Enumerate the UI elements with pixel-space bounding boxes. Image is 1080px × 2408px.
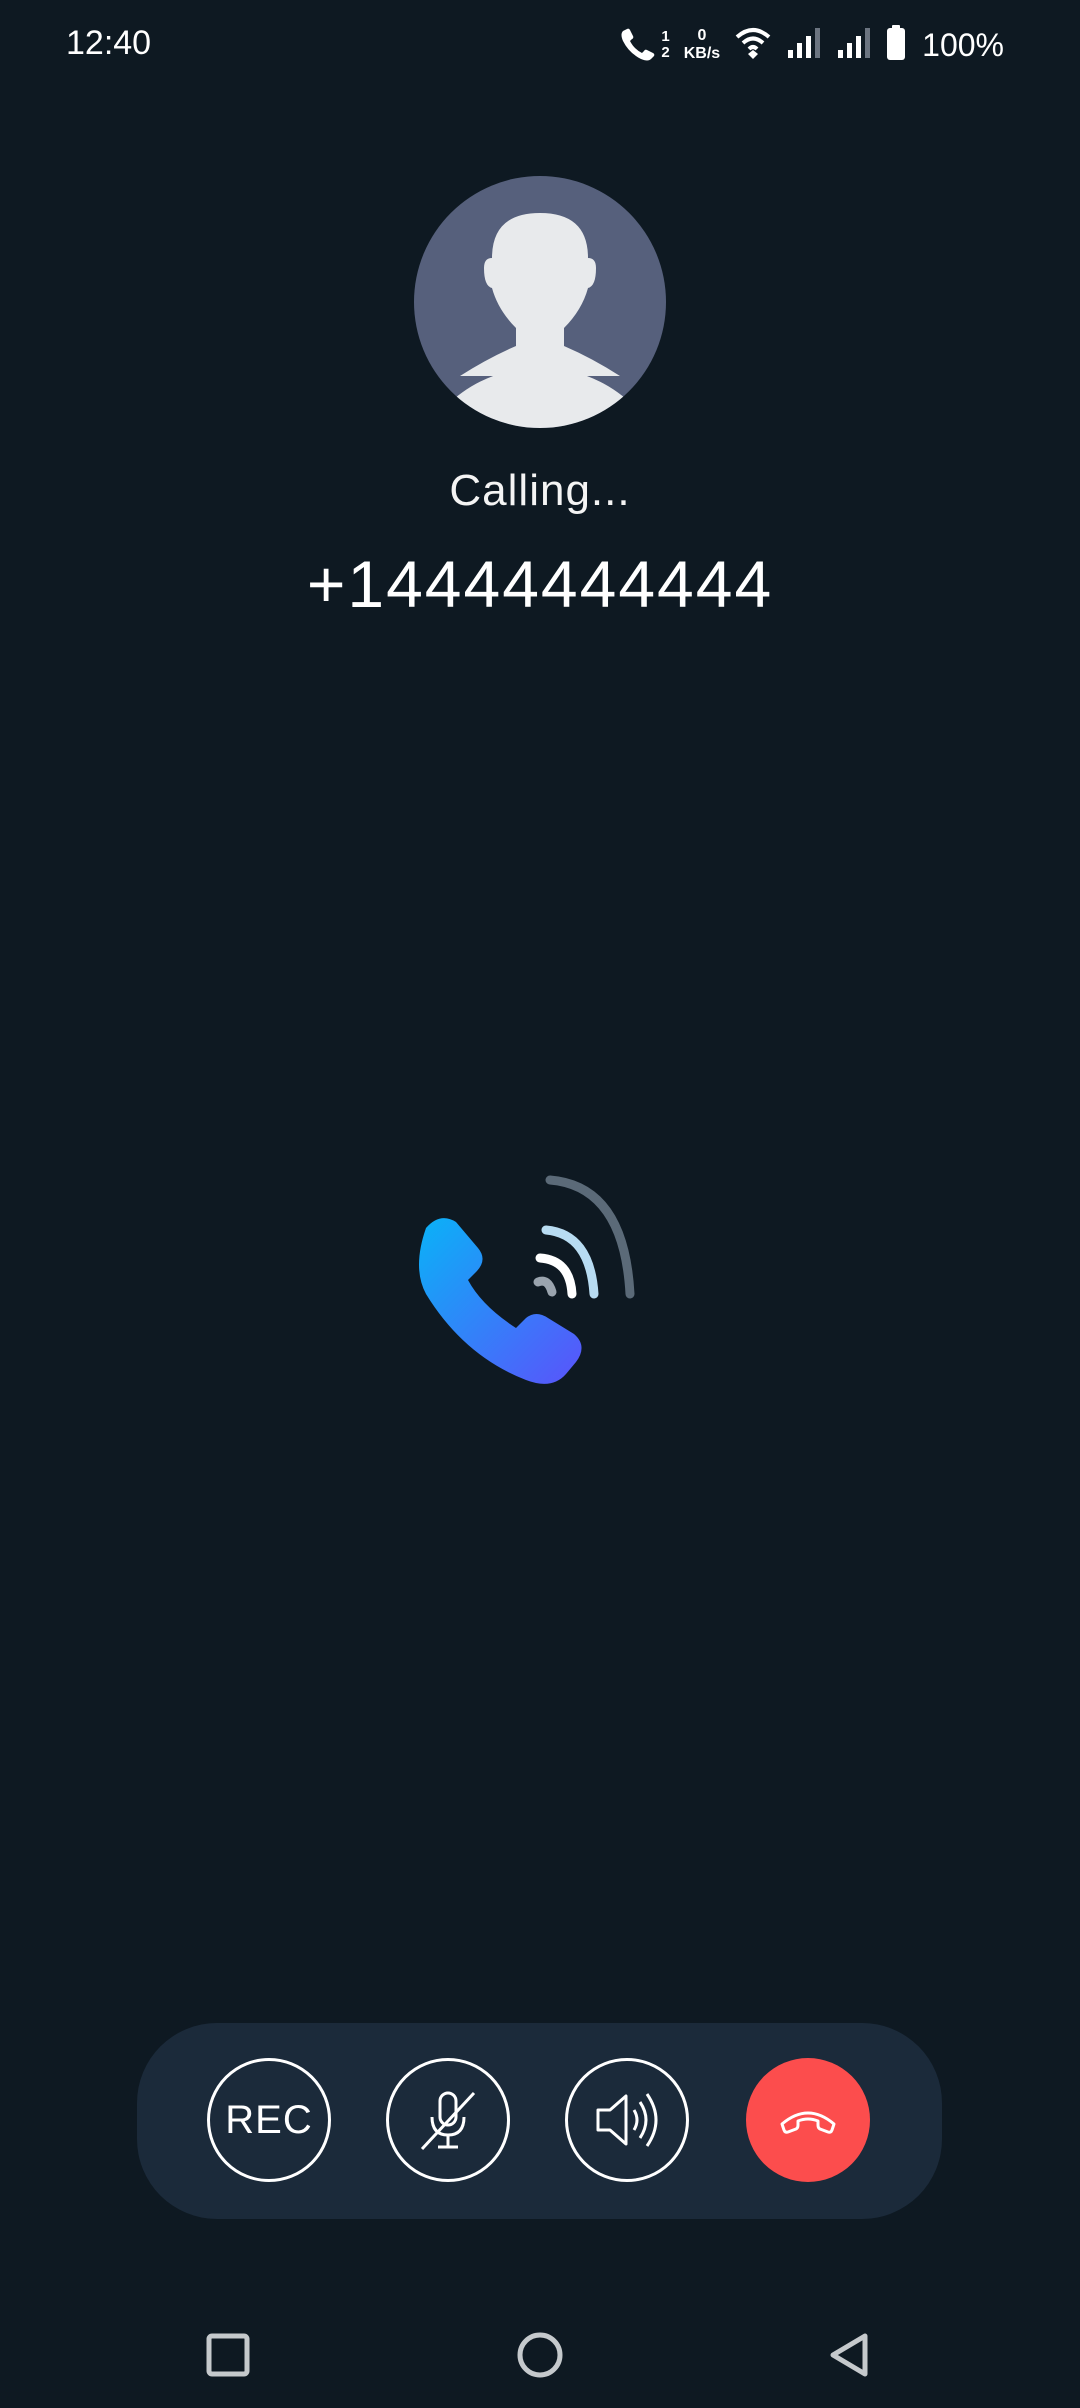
battery-percentage: 100% <box>922 26 1004 63</box>
record-label: REC <box>225 2097 313 2142</box>
end-call-button[interactable] <box>746 2058 870 2182</box>
call-status: Calling... <box>449 466 631 515</box>
sim-two-label: 2 <box>661 44 670 61</box>
person-icon <box>444 213 636 428</box>
phone-number: +14444444444 <box>306 547 774 621</box>
call-sim-icon: 1 2 <box>617 25 670 65</box>
battery-icon <box>886 24 906 66</box>
call-controls: REC <box>137 2023 942 2219</box>
home-button[interactable] <box>505 2320 575 2390</box>
signal-icon <box>836 26 872 65</box>
end-call-icon <box>780 2111 836 2134</box>
wifi-icon <box>734 25 772 66</box>
net-speed-value: 0 <box>697 27 707 44</box>
navigation-bar <box>0 2300 1080 2408</box>
ringing-phone-icon <box>400 1166 670 1416</box>
speaker-icon <box>596 2093 658 2147</box>
recents-button[interactable] <box>193 2320 263 2390</box>
mute-mic-icon <box>420 2091 476 2151</box>
status-bar: 12:40 1 2 0 KB/s 100% <box>0 0 1080 90</box>
status-time: 12:40 <box>66 24 152 62</box>
mute-button[interactable] <box>386 2058 510 2182</box>
net-speed-unit: KB/s <box>683 45 721 62</box>
record-button[interactable]: REC <box>207 2058 331 2182</box>
signal-icon <box>786 26 822 65</box>
recents-icon <box>206 2333 250 2377</box>
speaker-button[interactable] <box>565 2058 689 2182</box>
back-button[interactable] <box>815 2320 885 2390</box>
back-icon <box>830 2333 868 2377</box>
caller-avatar <box>414 176 666 428</box>
sim-one-label: 1 <box>661 28 670 45</box>
net-speed: 0 KB/s <box>684 27 720 63</box>
status-icons: 1 2 0 KB/s 100% <box>617 20 1004 70</box>
home-icon <box>517 2332 563 2378</box>
